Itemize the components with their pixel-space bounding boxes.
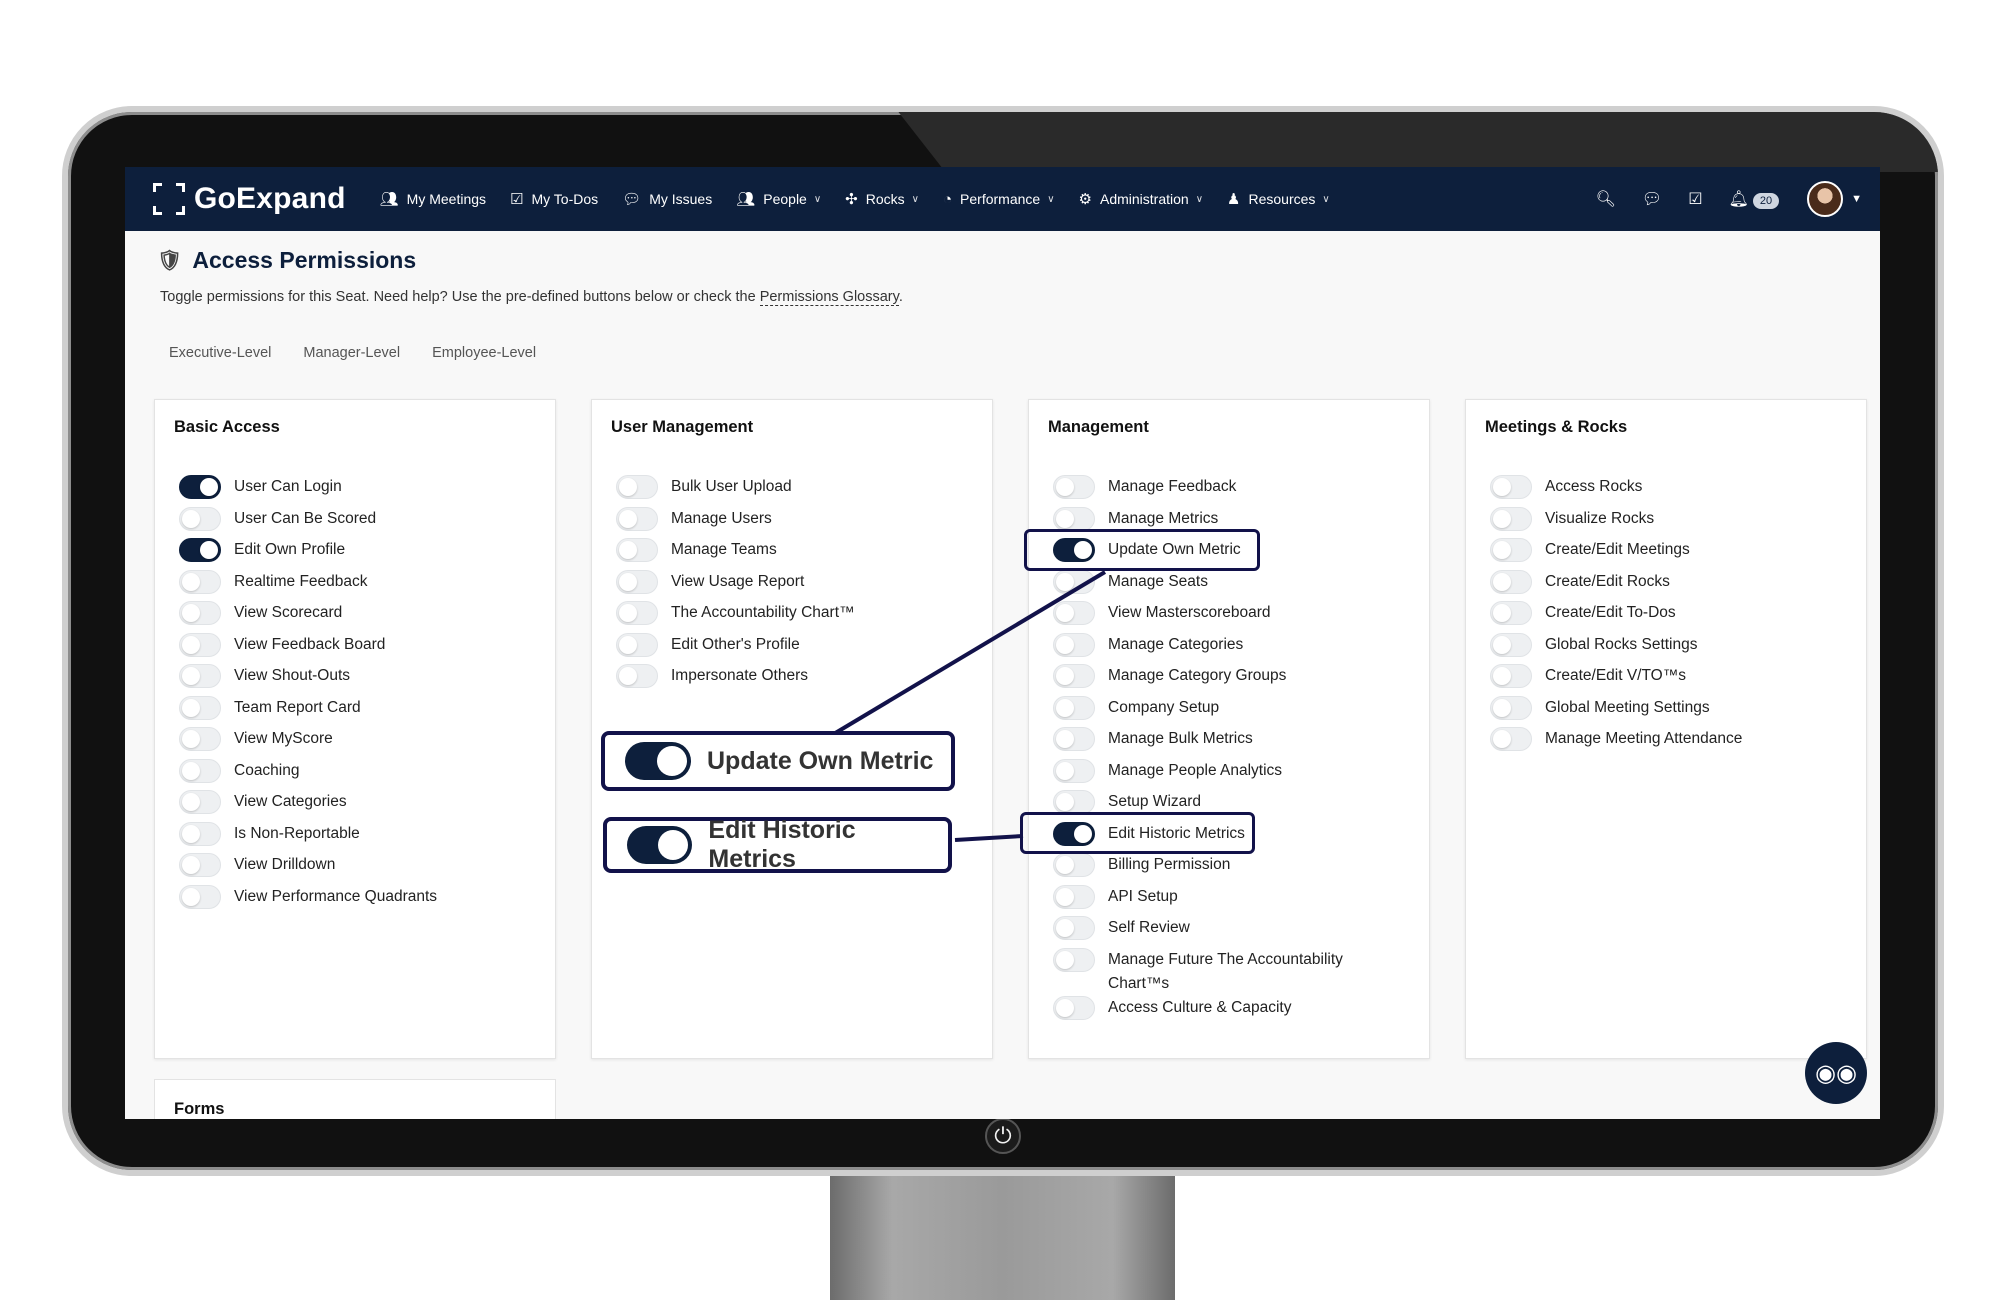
callout-toggle-on <box>627 826 693 864</box>
callout-toggle-on <box>625 742 691 780</box>
leader-line-edit-historic-metrics <box>954 834 1024 842</box>
callout-leader-lines <box>830 570 1107 842</box>
callout-label: Edit Historic Metrics <box>708 816 856 873</box>
callout-update-own-metric: Update Own Metric <box>601 731 955 791</box>
highlight-edit-historic-metrics <box>1020 812 1255 854</box>
callout-label: Update Own Metric <box>707 746 934 775</box>
highlight-update-own-metric <box>1024 529 1260 571</box>
leader-line-update-own-metric <box>830 570 1107 737</box>
callout-edit-historic-metrics: Edit Historic Metrics <box>603 816 952 873</box>
